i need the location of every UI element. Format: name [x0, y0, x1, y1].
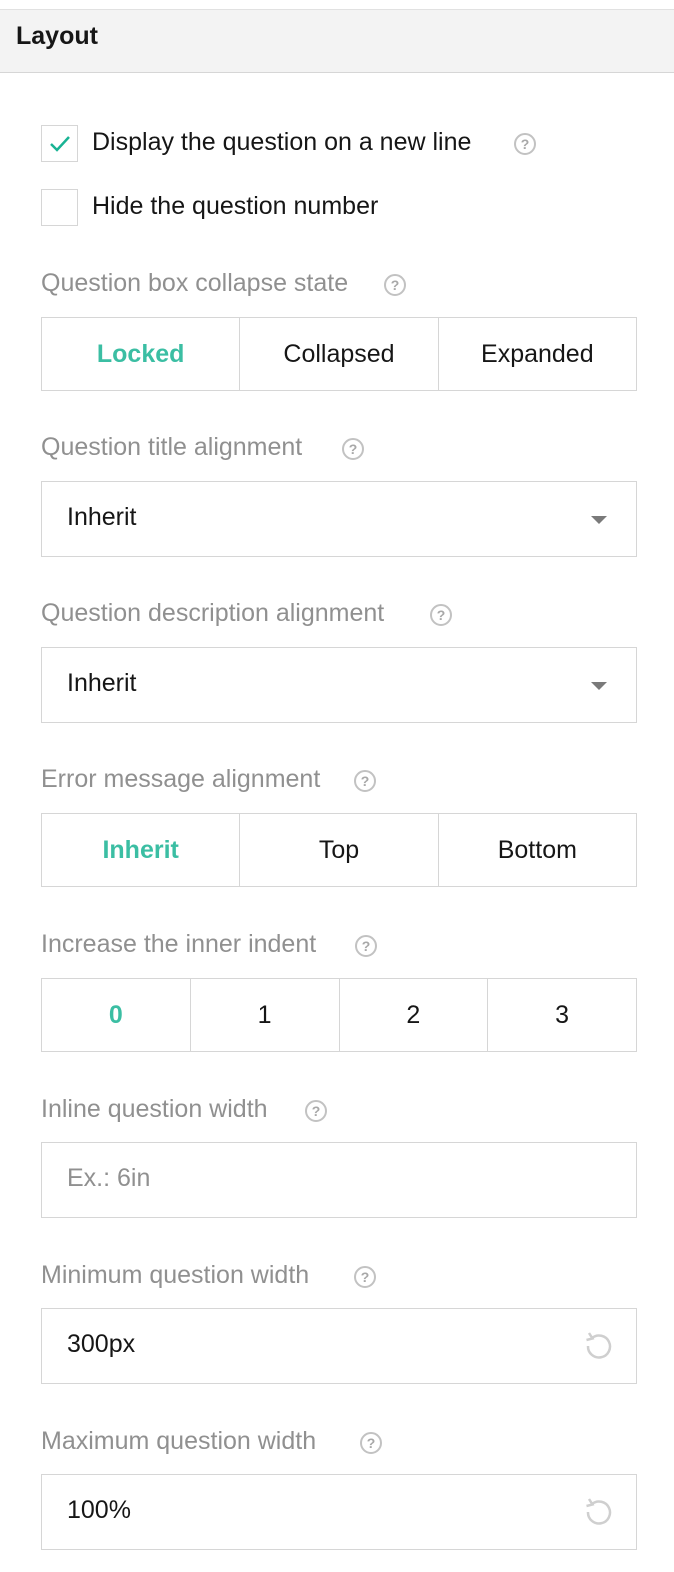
- inline-width-placeholder: Ex.: 6in: [67, 1164, 151, 1192]
- min-width-label: Minimum question width: [41, 1261, 310, 1289]
- help-icon[interactable]: ?: [355, 935, 377, 957]
- description-alignment-label: Question description alignment: [41, 599, 385, 627]
- description-alignment-dropdown[interactable]: Inherit: [41, 647, 637, 723]
- indent-option-2[interactable]: 2: [338, 979, 488, 1051]
- top-edge: [0, 0, 674, 10]
- chevron-down-icon[interactable]: [591, 516, 607, 524]
- indent-option-0[interactable]: 0: [42, 979, 190, 1051]
- error-option-inherit[interactable]: Inherit: [42, 814, 239, 886]
- title-alignment-label: Question title alignment: [41, 433, 303, 461]
- error-alignment-label: Error message alignment: [41, 765, 321, 793]
- new-line-checkbox[interactable]: [41, 125, 78, 162]
- inline-width-input[interactable]: Ex.: 6in: [41, 1142, 637, 1218]
- help-icon[interactable]: ?: [430, 604, 452, 626]
- error-option-top[interactable]: Top: [239, 814, 437, 886]
- min-width-input[interactable]: 300px: [41, 1308, 637, 1384]
- inner-indent-label: Increase the inner indent: [41, 930, 317, 958]
- max-width-value: 100%: [67, 1496, 131, 1524]
- hide-number-checkbox[interactable]: [41, 189, 78, 226]
- inline-width-label: Inline question width: [41, 1095, 268, 1123]
- max-width-input[interactable]: 100%: [41, 1474, 637, 1550]
- check-icon: [50, 136, 70, 152]
- reset-icon[interactable]: [582, 1496, 614, 1528]
- error-alignment-button-group: Inherit Top Bottom: [41, 813, 637, 887]
- help-icon[interactable]: ?: [354, 1266, 376, 1288]
- inner-indent-button-group: 0 1 2 3: [41, 978, 637, 1052]
- layout-section-header[interactable]: Layout: [0, 10, 674, 73]
- collapse-option-collapsed[interactable]: Collapsed: [239, 318, 437, 390]
- indent-option-3[interactable]: 3: [487, 979, 636, 1051]
- title-alignment-value: Inherit: [67, 503, 137, 531]
- help-icon[interactable]: ?: [354, 770, 376, 792]
- title-alignment-dropdown[interactable]: Inherit: [41, 481, 637, 557]
- help-icon[interactable]: ?: [384, 274, 406, 296]
- section-title: Layout: [16, 22, 98, 50]
- help-icon[interactable]: ?: [360, 1432, 382, 1454]
- property-panel: Layout Display the question on a new lin…: [0, 0, 674, 1572]
- indent-option-1[interactable]: 1: [189, 979, 339, 1051]
- hide-number-label[interactable]: Hide the question number: [92, 192, 378, 221]
- error-option-bottom[interactable]: Bottom: [437, 814, 636, 886]
- min-width-value: 300px: [67, 1330, 136, 1358]
- chevron-down-icon[interactable]: [591, 682, 607, 690]
- help-icon[interactable]: ?: [305, 1100, 327, 1122]
- collapse-option-locked[interactable]: Locked: [42, 318, 239, 390]
- new-line-label[interactable]: Display the question on a new line: [92, 128, 471, 157]
- collapse-state-label: Question box collapse state: [41, 269, 349, 297]
- collapse-option-expanded[interactable]: Expanded: [437, 318, 636, 390]
- help-icon[interactable]: ?: [342, 438, 364, 460]
- reset-icon[interactable]: [582, 1330, 614, 1362]
- description-alignment-value: Inherit: [67, 669, 137, 697]
- collapse-state-button-group: Locked Collapsed Expanded: [41, 317, 637, 391]
- max-width-label: Maximum question width: [41, 1427, 317, 1455]
- help-icon[interactable]: ?: [514, 133, 536, 155]
